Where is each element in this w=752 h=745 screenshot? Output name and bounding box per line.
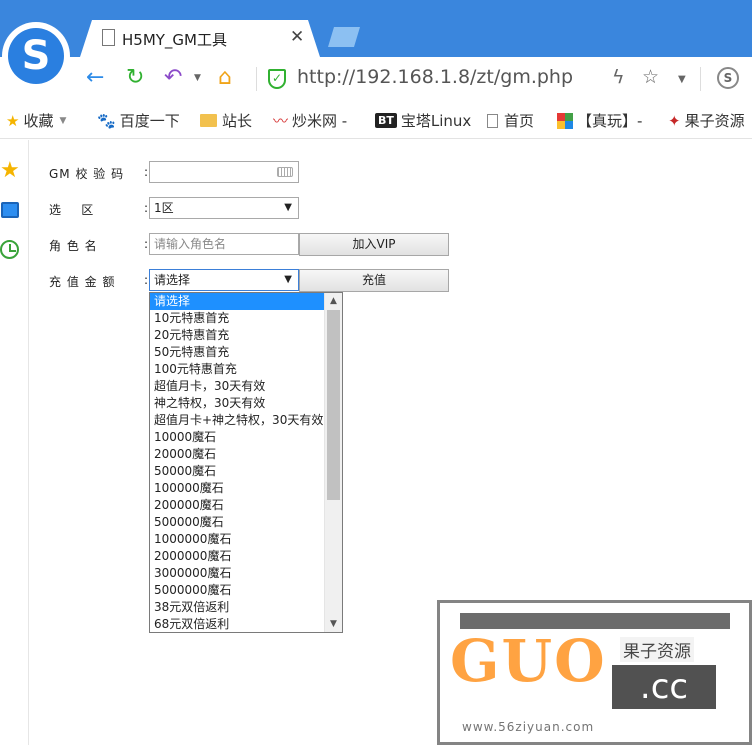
dropdown-option[interactable]: 100000魔石 <box>150 480 324 497</box>
bookmark-guozi[interactable]: ✦ 果子资源 <box>668 110 745 131</box>
undo-icon[interactable]: ↶ <box>164 64 182 92</box>
close-icon[interactable]: ✕ <box>290 27 304 47</box>
dropdown-option[interactable]: 请选择 <box>150 293 324 310</box>
star-outline-icon[interactable]: ☆ <box>642 66 659 88</box>
toolbar: ← ↻ ↶ ▼ ⌂ ✓ http://192.168.1.8/zt/gm.php… <box>0 57 752 100</box>
dropdown-option[interactable]: 50000魔石 <box>150 463 324 480</box>
gm-code-label: GM 校 验 码: <box>49 165 150 181</box>
reload-icon[interactable]: ↻ <box>126 64 144 92</box>
gm-code-input[interactable] <box>149 161 299 183</box>
browser-window: H5MY_GM工具 ✕ S ← ↻ ↶ ▼ ⌂ ✓ http://192.168… <box>0 0 752 745</box>
zone-label: 选 区: <box>49 201 150 217</box>
keyboard-icon[interactable] <box>277 167 293 177</box>
paw-icon: 🐾 <box>97 111 116 130</box>
star-icon: ★ <box>6 111 20 130</box>
bookmark-home[interactable]: 首页 <box>487 110 534 131</box>
chevron-down-icon[interactable]: ▼ <box>678 74 686 85</box>
dropdown-option[interactable]: 20元特惠首充 <box>150 327 324 344</box>
page-icon <box>487 113 498 128</box>
toolbar-divider <box>700 67 701 91</box>
bookmark-favorites[interactable]: ★ 收藏 ▼ <box>6 110 66 131</box>
amount-label: 充 值 金 额: <box>49 273 150 289</box>
dropdown-option[interactable]: 1000000魔石 <box>150 531 324 548</box>
scroll-down-icon[interactable]: ▼ <box>325 616 342 632</box>
bt-badge-icon: BT <box>375 113 397 128</box>
watermark-brand: GUO <box>450 627 607 695</box>
dropdown-option[interactable]: 50元特惠首充 <box>150 344 324 361</box>
dropdown-option[interactable]: 神之特权，30天有效 <box>150 395 324 412</box>
scroll-up-icon[interactable]: ▲ <box>325 293 342 309</box>
bookmark-folder[interactable]: 站长 <box>200 110 252 131</box>
watermark-cc: .cc <box>612 665 716 709</box>
monitor-icon[interactable] <box>1 202 19 218</box>
bookmark-zhenwan[interactable]: 【真玩】- <box>557 110 642 131</box>
add-vip-button[interactable]: 加入VIP <box>299 233 449 256</box>
diamond-icon: ✦ <box>668 111 681 130</box>
lightning-icon[interactable]: ϟ <box>612 66 625 88</box>
dropdown-arrow-icon: ▼ <box>284 274 292 285</box>
dropdown-option[interactable]: 10000魔石 <box>150 429 324 446</box>
account-icon[interactable]: S <box>717 67 739 89</box>
dropdown-arrow-icon: ▼ <box>284 202 292 213</box>
dropdown-option[interactable]: 10元特惠首充 <box>150 310 324 327</box>
bookmarks-bar: ★ 收藏 ▼ 🐾 百度一下 站长 〰 炒米网 - BT 宝塔Linux 首页 【… <box>0 100 752 139</box>
tab-strip: H5MY_GM工具 ✕ <box>0 0 752 57</box>
toolbar-divider <box>256 67 257 91</box>
dropdown-option[interactable]: 500000魔石 <box>150 514 324 531</box>
home-icon[interactable]: ⌂ <box>218 64 232 92</box>
dropdown-option[interactable]: 200000魔石 <box>150 497 324 514</box>
dropdown-option[interactable]: 20000魔石 <box>150 446 324 463</box>
chevron-down-icon[interactable]: ▼ <box>194 73 201 83</box>
trend-icon: 〰 <box>273 112 289 130</box>
folder-icon <box>200 114 217 127</box>
scrollbar[interactable]: ▲ ▼ <box>324 293 342 632</box>
tab-title: H5MY_GM工具 <box>122 31 227 49</box>
dropdown-option[interactable]: 超值月卡，30天有效 <box>150 378 324 395</box>
watermark-logo: GUO 果子资源 .cc www.56ziyuan.com <box>437 600 752 745</box>
page-icon <box>102 29 115 46</box>
back-arrow-icon[interactable]: ← <box>86 64 104 92</box>
bookmark-baidu[interactable]: 🐾 百度一下 <box>97 110 180 131</box>
scroll-thumb[interactable] <box>327 310 340 500</box>
amount-dropdown-list[interactable]: 请选择 10元特惠首充 20元特惠首充 50元特惠首充 100元特惠首充 超值月卡，30天… <box>149 292 343 633</box>
dropdown-option[interactable]: 超值月卡+神之特权，30天有效 <box>150 412 324 429</box>
dropdown-option[interactable]: 68元双倍返利 <box>150 616 324 632</box>
dropdown-option[interactable]: 100元特惠首充 <box>150 361 324 378</box>
address-bar[interactable]: http://192.168.1.8/zt/gm.php <box>297 66 573 88</box>
browser-logo-icon[interactable]: S <box>2 22 70 90</box>
amount-select[interactable]: 请选择 ▼ <box>149 269 299 291</box>
watermark-url: www.56ziyuan.com <box>462 720 595 734</box>
sidebar: ★ <box>0 140 29 745</box>
dropdown-option[interactable]: 5000000魔石 <box>150 582 324 599</box>
dropdown-option[interactable]: 3000000魔石 <box>150 565 324 582</box>
chevron-down-icon: ▼ <box>59 115 67 126</box>
zone-select[interactable]: 1区 ▼ <box>149 197 299 219</box>
role-name-label: 角 色 名: <box>49 237 150 253</box>
recharge-button[interactable]: 充值 <box>299 269 449 292</box>
watermark-cn: 果子资源 <box>620 637 694 662</box>
dropdown-option[interactable]: 38元双倍返利 <box>150 599 324 616</box>
tiles-icon <box>557 112 573 129</box>
tab-active[interactable]: H5MY_GM工具 ✕ <box>80 20 320 57</box>
new-tab-button[interactable] <box>328 27 360 47</box>
star-icon[interactable]: ★ <box>0 158 20 183</box>
security-shield-icon[interactable]: ✓ <box>268 69 286 89</box>
bookmark-chaomi[interactable]: 〰 炒米网 - <box>273 110 347 131</box>
clock-icon[interactable] <box>0 240 19 259</box>
role-name-input[interactable]: 请输入角色名 <box>149 233 299 255</box>
bookmark-baota[interactable]: BT 宝塔Linux <box>375 110 471 131</box>
dropdown-option[interactable]: 2000000魔石 <box>150 548 324 565</box>
